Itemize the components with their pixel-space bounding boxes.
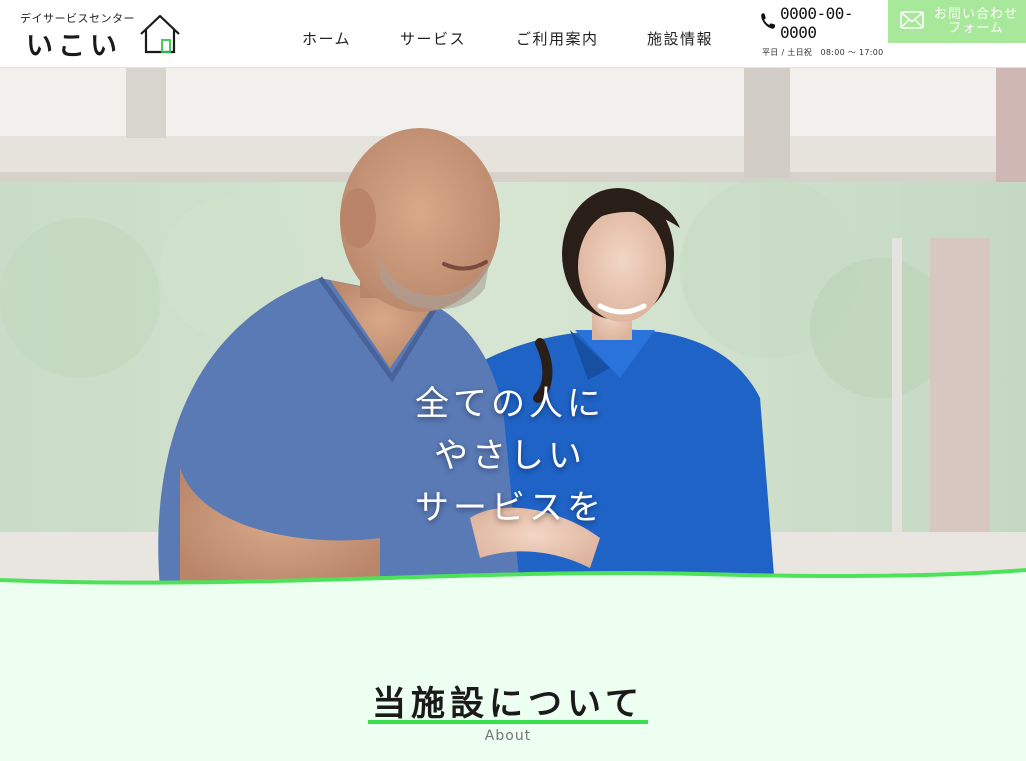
nav-facility[interactable]: 施設情報 bbox=[647, 28, 713, 49]
site-header: デイサービスセンター いこい ホーム サービス ご利用案内 施設情報 0000-… bbox=[0, 0, 1026, 68]
business-hours: 平日 / 土日祝 08:00 ～ 17:00 bbox=[762, 48, 884, 57]
contact-label-line1: お問い合わせ bbox=[934, 6, 1019, 22]
site-logo[interactable]: デイサービスセンター いこい bbox=[18, 8, 188, 62]
hero-wave-divider bbox=[0, 568, 1026, 588]
about-heading: 当施設について bbox=[372, 684, 644, 724]
logo-title: いこい bbox=[26, 31, 122, 62]
nav-services[interactable]: サービス bbox=[400, 28, 466, 49]
hero-tagline: 全ての人に やさしい サービスを bbox=[340, 378, 680, 534]
hero-tagline-line: 全ての人に bbox=[415, 384, 605, 424]
house-icon bbox=[138, 13, 182, 59]
about-heading-underline bbox=[368, 720, 648, 724]
nav-home[interactable]: ホーム bbox=[302, 28, 351, 49]
phone-contact[interactable]: 0000-00-0000 平日 / 土日祝 08:00 ～ 17:00 bbox=[760, 4, 886, 58]
contact-label-line2: フォーム bbox=[948, 20, 1004, 36]
hero-tagline-line: サービスを bbox=[415, 488, 605, 528]
contact-form-button[interactable]: お問い合わせ フォーム bbox=[888, 0, 1026, 43]
hero-section: 全ての人に やさしい サービスを bbox=[0, 68, 1026, 588]
hero-tagline-line: やさしい bbox=[434, 436, 586, 476]
about-section: 当施設について About bbox=[0, 588, 1026, 761]
phone-icon bbox=[760, 12, 776, 34]
about-subheading: About bbox=[484, 728, 532, 744]
contact-button-label: お問い合わせ フォーム bbox=[934, 6, 1019, 36]
phone-number: 0000-00-0000 bbox=[780, 4, 854, 42]
mail-icon bbox=[900, 10, 924, 33]
nav-guide[interactable]: ご利用案内 bbox=[516, 28, 599, 49]
